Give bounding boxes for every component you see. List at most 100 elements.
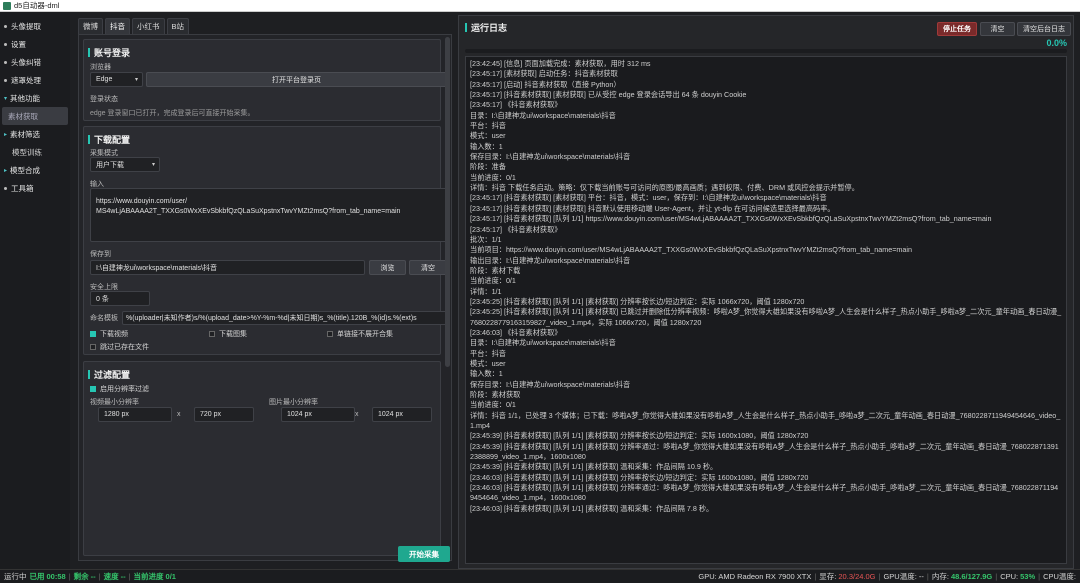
resolution-filter-checkbox[interactable]: 启用分辨率过滤 [90,384,149,394]
checkbox-checked-icon [90,386,96,392]
elapsed-value: 00:58 [46,572,66,581]
skip-existing-checkbox[interactable]: 跳过已存在文件 [90,342,149,352]
log-panel: 运行日志 停止任务 清空 清空后台日志 0.0% [23:42:45] [信息]… [458,15,1074,569]
log-line: 当前进度：0/1 [470,400,516,410]
video-min-height-input[interactable]: 720 px [194,407,254,422]
log-line: 输入数：1 [470,141,503,151]
log-line: 详情：抖音 1/1，已处理 3 个媒体；已下载：哆啦A梦_你觉得大雄如果没有哆啦… [470,410,1061,431]
sidebar-item-settings[interactable]: 设置 [0,35,70,53]
log-line: [23:45:25] [抖音素材获取] [队列 1/1] [素材获取] 已跳过并… [470,307,1062,327]
image-x-separator: x [355,411,359,418]
download-video-checkbox[interactable]: 下载视频 [90,329,128,339]
log-line: [23:46:03] [抖音素材获取] [队列 1/1] [素材获取] 温和采集… [470,503,714,513]
log-line: [23:45:17] [抖音素材获取] [队列 1/1] https://www… [470,214,992,224]
log-line: [23:45:17] [抖音素材获取] [素材获取] 已从受控 edge 登录会… [470,90,747,100]
log-line: [23:45:17] 《抖音素材获取》 [470,224,562,234]
download-title: 下载配置 [88,133,130,146]
clear-log-button[interactable]: 清空 [980,22,1015,36]
log-line: 输入数：1 [470,369,503,379]
filter-card: 过滤配置 启用分辨率过滤 视频最小分辨率 1280 px x 720 px 图片… [83,361,441,556]
browser-select[interactable]: Edge [90,72,143,87]
sidebar-item-mask[interactable]: 遮罩处理 [0,71,70,89]
chevron-down-icon: ▾ [4,95,8,102]
mode-select[interactable]: 用户下载 [90,157,160,172]
bullet-icon [4,60,7,64]
browse-button[interactable]: 浏览 [369,260,406,275]
log-line: 模式：user [470,131,506,141]
log-line: 输出目录：I:\自建神龙ui\workspace\materials\抖音 [470,255,631,265]
tab-bilibili[interactable]: B站 [166,18,190,34]
limit-input[interactable]: 0 条 [90,291,150,306]
log-line: [23:45:17] 《抖音素材获取》 [470,100,562,110]
config-scroll-area[interactable]: 账号登录 浏览器 Edge 打开平台登录页 登录状态 edge 登录窗口已打开，… [78,34,452,561]
log-line: [23:45:25] [抖音素材获取] [队列 1/1] [素材获取] 分辨率按… [470,296,805,306]
log-line: [23:45:17] [抖音素材获取] [素材获取] 抖音默认使用移动端 Use… [470,203,835,213]
open-login-button[interactable]: 打开平台登录页 [146,72,447,87]
clear-background-log-button[interactable]: 清空后台日志 [1017,22,1071,36]
sidebar: 头像提取 设置 头像纠错 遮罩处理 ▾ 其他功能 素材获取 ▸ 素材筛选 模型训练 … [0,12,70,569]
log-line: [23:45:39] [抖音素材获取] [队列 1/1] [素材获取] 分辨率按… [470,431,809,441]
config-scrollbar[interactable] [445,37,450,367]
chevron-right-icon: ▸ [4,167,8,174]
video-min-width-input[interactable]: 1280 px [98,407,172,422]
tab-douyin[interactable]: 抖音 [105,18,130,34]
log-line: [23:45:17] [抖音素材获取] [素材获取] 平台：抖音，模式：user… [470,193,827,203]
log-line: [23:45:17] [启动] 抖音素材获取（直接 Python） [470,79,621,89]
tab-xiaohongshu[interactable]: 小红书 [132,18,165,34]
sidebar-item-material-fetch[interactable]: 素材获取 [2,107,68,125]
log-line: [23:45:39] [抖音素材获取] [队列 1/1] [素材获取] 温和采集… [470,462,718,472]
log-line: 详情：抖音 下载任务启动。策略：仅下载当前账号可访问的原图/最高画质；遇到权限、… [470,183,859,193]
sidebar-group-material-filter[interactable]: ▸ 素材筛选 [0,125,70,143]
save-label: 保存到 [90,251,111,258]
checkbox-checked-icon [90,331,96,337]
naming-template-input[interactable]: %(uploader|未知作者)s/%(upload_date>%Y-%m-%d… [122,311,447,325]
vram-value: 20.3/24.0G [838,572,876,581]
download-images-checkbox[interactable]: 下载图集 [209,329,247,339]
gpu-temp: GPU温度: -- [883,572,924,581]
checkbox-icon [209,331,215,337]
sidebar-group-model-synth[interactable]: ▸ 模型合成 [0,161,70,179]
cpu-label: CPU: [1000,572,1019,581]
mem-label: 内存: [931,572,949,581]
log-line: 阶段：素材下载 [470,265,521,275]
log-output[interactable]: [23:42:45] [信息] 页面加载完成：素材获取，用时 312 ms [23… [465,56,1067,564]
tab-weibo[interactable]: 微博 [78,18,103,34]
progress-label: 当前进度 [133,572,164,581]
clear-path-button[interactable]: 清空 [409,260,447,275]
image-min-label: 图片最小分辨率 [269,399,318,406]
naming-label: 命名模板 [90,315,118,322]
sidebar-group-other[interactable]: ▾ 其他功能 [0,89,70,107]
sidebar-item-toolbox[interactable]: 工具箱 [0,179,70,197]
progress-percent: 0.0% [1046,38,1067,48]
account-card: 账号登录 浏览器 Edge 打开平台登录页 登录状态 edge 登录窗口已打开，… [83,39,447,121]
log-line: [23:42:45] [信息] 页面加载完成：素材获取，用时 312 ms [470,59,651,68]
vram-label: 显存: [819,572,837,581]
app-icon [3,1,11,10]
image-min-width-input[interactable]: 1024 px [281,407,355,422]
single-link-checkbox[interactable]: 单链接不展开合集 [327,329,393,339]
stop-task-button[interactable]: 停止任务 [937,22,977,36]
sidebar-item-avatar-fix[interactable]: 头像纠错 [0,53,70,71]
browser-label: 浏览器 [90,64,111,71]
log-line: [23:46:03] [抖音素材获取] [队列 1/1] [素材获取] 分辨率按… [470,472,809,482]
start-collect-button[interactable]: 开始采集 [398,546,450,562]
window-titlebar: d5自动器-dml [0,0,1080,12]
log-line: 保存目录：I:\自建神龙ui\workspace\materials\抖音 [470,379,631,389]
chevron-right-icon: ▸ [4,131,8,138]
log-line: 阶段：准备 [470,162,506,172]
url-input[interactable]: https://www.douyin.com/user/ MS4wLjABAAA… [90,188,447,242]
log-line: [23:45:17] [素材获取] 启动任务：抖音素材获取 [470,69,618,79]
log-line: 阶段：素材获取 [470,390,521,399]
log-line: 模式：user [470,358,506,368]
save-path-input[interactable]: I:\自建神龙ui\workspace\materials\抖音 [90,260,365,275]
log-line: 目录：I:\自建神龙ui\workspace\materials\抖音 [470,110,616,120]
image-min-height-input[interactable]: 1024 px [372,407,432,422]
log-line: [23:45:39] [抖音素材获取] [队列 1/1] [素材获取] 分辨率通… [470,441,1059,462]
download-card: 下载配置 采集模式 用户下载 输入 https://www.douyin.com… [83,126,447,355]
sidebar-item-avatar-extract[interactable]: 头像提取 [0,17,70,35]
log-line: [23:46:03] 《抖音素材获取》 [470,327,562,337]
login-status-text: edge 登录窗口已打开，完成登录后可直接开始采集。 [90,110,255,117]
sidebar-item-model-train[interactable]: 模型训练 [0,143,70,161]
account-title: 账号登录 [88,46,130,59]
remaining-value: -- [90,572,96,581]
